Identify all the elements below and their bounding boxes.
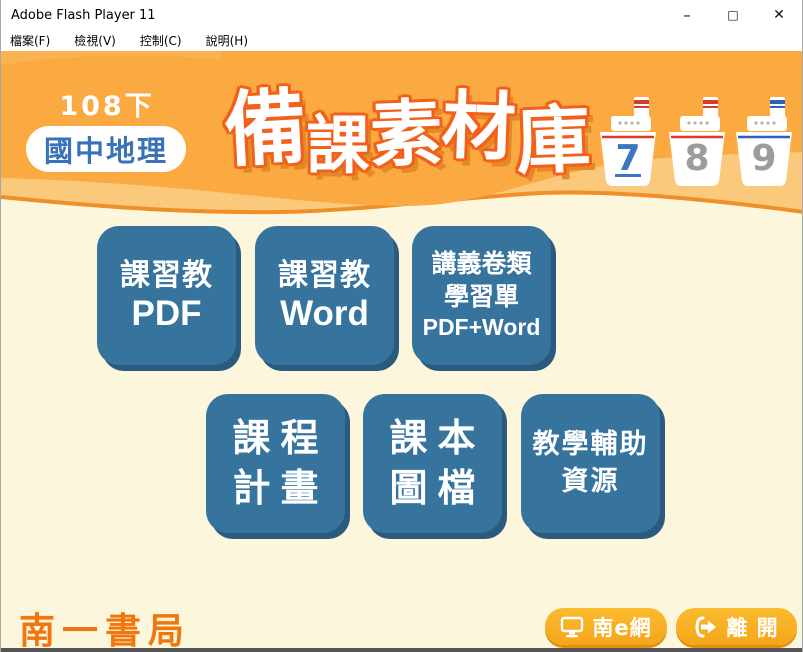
window-controls: – □ ✕ [664,0,802,30]
menu-control[interactable]: 控制(C) [140,32,182,49]
menu-file[interactable]: 檔案(F) [10,32,50,49]
minimize-icon: – [683,6,691,24]
tile-label: PDF+Word [422,314,541,341]
tile-label: 課本 [389,416,486,461]
minimize-button[interactable]: – [664,0,710,30]
tile-curriculum-plan[interactable]: 課程 計畫 [206,394,345,533]
exit-button[interactable]: 離 開 [676,608,797,645]
grade-9-number: 9 [751,138,776,179]
menu-view[interactable]: 檢視(V) [74,32,116,49]
tile-label: 計畫 [232,465,329,510]
exit-icon [695,616,717,637]
subject-badge: 國中地理 [26,126,186,172]
grade-8-ship[interactable]: 8 [667,92,727,188]
nan-e-web-label: 南e網 [592,615,652,640]
tile-handouts-worksheets[interactable]: 講義卷類 學習單 PDF+Word [412,226,551,365]
menu-help[interactable]: 說明(H) [206,32,248,49]
grade-7-ship[interactable]: 7 [598,92,658,188]
tile-label: Word [280,294,369,334]
app-window: Adobe Flash Player 11 – □ ✕ 檔案(F) 檢視(V) … [0,0,803,652]
tile-teaching-aids[interactable]: 教學輔助 資源 [521,394,660,533]
window-title: Adobe Flash Player 11 [11,7,156,23]
grade-9-ship[interactable]: 9 [734,92,794,188]
tile-textbook-images[interactable]: 課本 圖檔 [363,394,502,533]
nan-e-web-button[interactable]: 南e網 [545,608,667,645]
tile-label: 教學輔助 [532,429,649,461]
semester-label: 108下 [59,91,155,122]
tile-label: 課習教 [278,257,371,293]
title-bar: Adobe Flash Player 11 – □ ✕ [1,0,802,30]
grade-ships: 7 8 9 [598,92,796,188]
flash-stage: 108下 國中地理 備課素材庫 7 8 9 課習教 PDF 課習教 Word 講… [1,51,802,648]
app-title: 備課素材庫 [222,79,592,185]
monitor-icon [561,616,584,637]
tile-keshijiao-word[interactable]: 課習教 Word [255,226,394,365]
grade-7-underline [615,174,641,177]
window-bottom-border [1,648,802,652]
menu-bar: 檔案(F) 檢視(V) 控制(C) 說明(H) [1,30,802,51]
tile-keshijiao-pdf[interactable]: 課習教 PDF [97,226,236,365]
tile-label: 圖檔 [389,465,486,510]
grade-7-number: 7 [615,138,640,179]
tile-label: 課習教 [120,257,213,293]
tile-label: 講義卷類 [431,249,532,279]
exit-label: 離 開 [726,615,779,640]
maximize-button[interactable]: □ [710,0,756,30]
publisher-logo: 南一書局 [19,610,192,648]
close-icon: ✕ [773,7,785,23]
tile-label: 資源 [561,465,620,497]
subject-label: 國中地理 [43,134,168,168]
maximize-icon: □ [727,8,739,22]
tile-label: PDF [131,294,202,334]
tile-label: 學習單 [443,281,519,311]
tile-label: 課程 [232,416,329,461]
close-button[interactable]: ✕ [756,0,802,30]
grade-8-number: 8 [684,138,709,179]
